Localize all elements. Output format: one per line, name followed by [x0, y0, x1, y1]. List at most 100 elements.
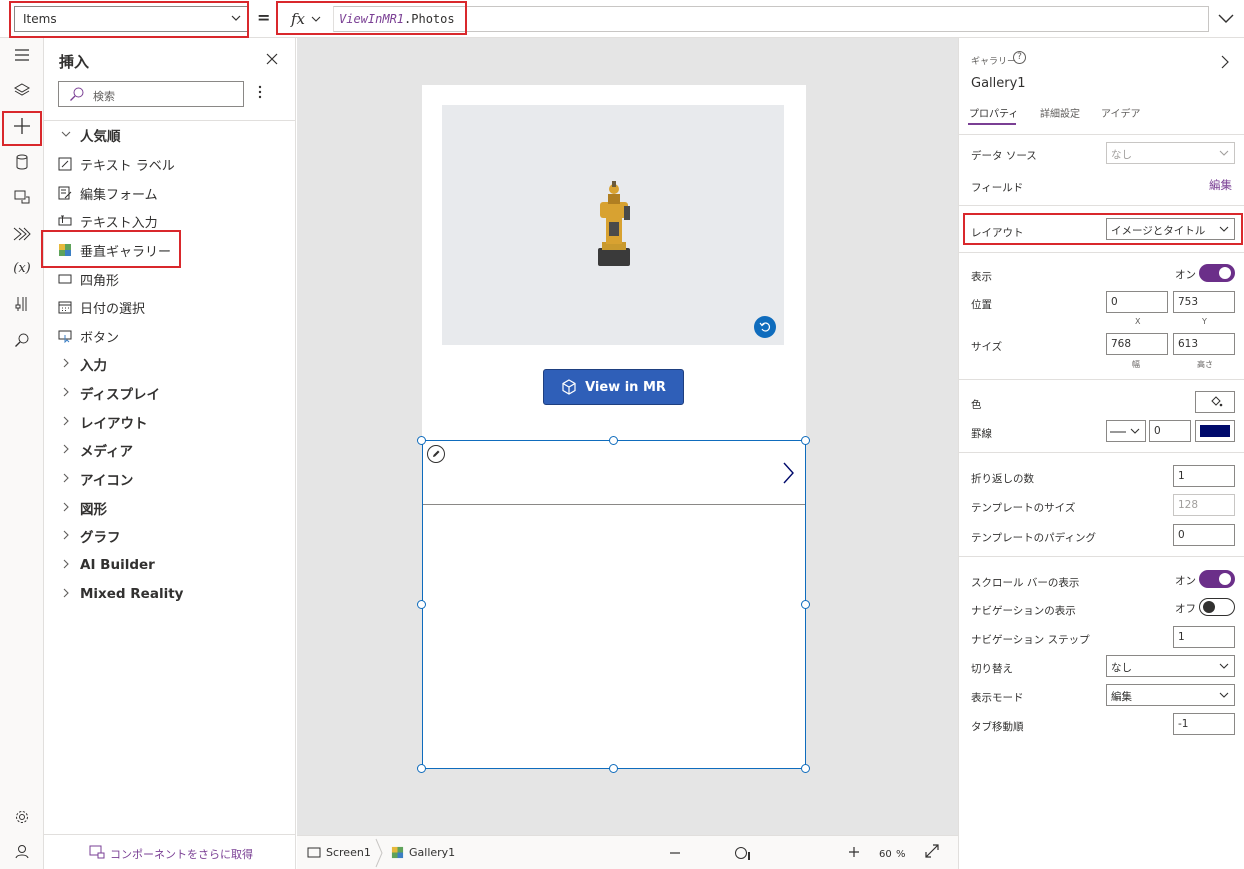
border-style-dropdown[interactable] — [1106, 420, 1146, 442]
reset-icon[interactable] — [754, 316, 776, 338]
category-shapes[interactable]: 図形 — [44, 494, 296, 522]
position-x-input[interactable]: 0 — [1106, 291, 1168, 313]
category-display[interactable]: ディスプレイ — [44, 379, 296, 407]
fit-to-window-icon[interactable] — [925, 844, 939, 858]
view-in-mr-button[interactable]: View in MR — [543, 369, 684, 405]
category-icons[interactable]: アイコン — [44, 465, 296, 493]
display-mode-value: 編集 — [1111, 691, 1132, 703]
zoom-unit: % — [896, 849, 906, 860]
insert-item-button[interactable]: ボタン — [44, 322, 296, 350]
category-media[interactable]: メディア — [44, 436, 296, 464]
visible-state: オン — [1175, 269, 1196, 281]
category-layout[interactable]: レイアウト — [44, 408, 296, 436]
category-input[interactable]: 入力 — [44, 350, 296, 378]
insert-search-input[interactable]: 検索 — [58, 81, 244, 107]
chevron-down-icon — [1219, 692, 1229, 698]
scrollbar-toggle[interactable] — [1199, 570, 1235, 588]
border-color-swatch — [1200, 425, 1230, 437]
item-label: 編集フォーム — [80, 187, 158, 203]
layout-dropdown[interactable]: イメージとタイトル — [1106, 218, 1235, 240]
media-icon[interactable] — [8, 183, 36, 211]
visible-toggle[interactable] — [1199, 264, 1235, 282]
border-color-picker[interactable] — [1195, 420, 1235, 442]
property-dropdown[interactable]: Items — [14, 6, 248, 32]
navigation-toggle[interactable] — [1199, 598, 1235, 616]
edit-fields-link[interactable]: 編集 — [1209, 177, 1232, 193]
design-canvas[interactable]: View in MR — [297, 38, 958, 835]
variables-icon[interactable]: (x) — [8, 254, 36, 282]
breadcrumb-gallery[interactable]: Gallery1 — [391, 846, 455, 859]
transition-dropdown[interactable]: なし — [1106, 655, 1235, 677]
position-y-input[interactable]: 753 — [1173, 291, 1235, 313]
formula-input[interactable]: ViewInMR1.Photos — [333, 6, 1209, 32]
tab-advanced[interactable]: 詳細設定 — [1040, 105, 1080, 120]
settings-icon[interactable] — [8, 803, 36, 831]
search-icon — [70, 87, 84, 101]
size-height-input[interactable]: 613 — [1173, 333, 1235, 355]
width-label: 幅 — [1132, 360, 1140, 369]
category-charts[interactable]: グラフ — [44, 522, 296, 550]
insert-item-vertical-gallery[interactable]: 垂直ギャラリー — [44, 236, 296, 264]
data-source-dropdown[interactable]: なし — [1106, 142, 1235, 164]
wrap-count-input[interactable]: 1 — [1173, 465, 1235, 487]
edit-template-icon[interactable] — [427, 445, 445, 463]
gallery-control[interactable] — [422, 440, 806, 769]
insert-icon[interactable] — [8, 112, 36, 140]
nav-step-input[interactable]: 1 — [1173, 626, 1235, 648]
category-popular[interactable]: 人気順 — [44, 121, 296, 149]
resize-handle[interactable] — [609, 764, 618, 773]
insert-item-date-picker[interactable]: 日付の選択 — [44, 293, 296, 321]
insert-item-text-label[interactable]: テキスト ラベル — [44, 150, 296, 178]
paint-bucket-icon — [1211, 396, 1223, 407]
layout-label: レイアウト — [971, 227, 1024, 239]
height-label: 高さ — [1197, 360, 1213, 369]
tab-properties[interactable]: プロパティ — [969, 105, 1018, 120]
category-ai-builder[interactable]: AI Builder — [44, 551, 296, 579]
menu-icon[interactable] — [8, 41, 36, 69]
resize-handle[interactable] — [417, 764, 426, 773]
template-padding-input[interactable]: 0 — [1173, 524, 1235, 546]
border-style-icon — [1110, 431, 1126, 433]
resize-handle[interactable] — [801, 764, 810, 773]
zoom-slider[interactable] — [735, 847, 747, 859]
tab-index-input[interactable]: -1 — [1173, 713, 1235, 735]
data-icon[interactable] — [8, 148, 36, 176]
resize-handle[interactable] — [609, 436, 618, 445]
chevron-right-icon[interactable] — [1220, 54, 1230, 70]
breadcrumb-screen[interactable]: Screen1 — [307, 846, 371, 859]
power-automate-icon[interactable] — [8, 220, 36, 248]
app-screen[interactable]: View in MR — [417, 85, 810, 773]
insert-item-text-input[interactable]: テキスト入力 — [44, 207, 296, 235]
size-width-input[interactable]: 768 — [1106, 333, 1168, 355]
display-mode-dropdown[interactable]: 編集 — [1106, 684, 1235, 706]
resize-handle[interactable] — [801, 600, 810, 609]
virtual-agent-icon[interactable] — [8, 837, 36, 865]
mr-image-viewer[interactable] — [442, 105, 784, 345]
resize-handle[interactable] — [801, 436, 810, 445]
zoom-out-icon[interactable] — [669, 843, 681, 863]
close-icon[interactable] — [266, 53, 278, 65]
help-icon[interactable]: ? — [1013, 51, 1026, 64]
category-mixed-reality[interactable]: Mixed Reality — [44, 580, 296, 608]
chevron-down-icon — [311, 16, 321, 22]
resize-handle[interactable] — [417, 436, 426, 445]
more-options-icon[interactable] — [258, 85, 262, 103]
fx-button[interactable]: fx — [282, 6, 332, 32]
template-size-input[interactable]: 128 — [1173, 494, 1235, 516]
search-icon[interactable] — [8, 326, 36, 354]
tab-ideas[interactable]: アイデア — [1101, 105, 1141, 120]
resize-handle[interactable] — [417, 600, 426, 609]
advanced-tools-icon[interactable] — [8, 290, 36, 318]
zoom-value: 60 — [879, 849, 892, 860]
fx-icon: fx — [291, 10, 306, 28]
border-width-input[interactable]: 0 — [1149, 420, 1191, 442]
tree-view-icon[interactable] — [8, 76, 36, 104]
insert-item-edit-form[interactable]: 編集フォーム — [44, 179, 296, 207]
zoom-in-icon[interactable] — [848, 846, 860, 858]
expand-formula-icon[interactable] — [1216, 8, 1236, 28]
chevron-right-icon[interactable] — [781, 461, 795, 485]
fill-color-picker[interactable] — [1195, 391, 1235, 413]
insert-item-rectangle[interactable]: 四角形 — [44, 265, 296, 293]
get-more-components[interactable]: コンポーネントをさらに取得 — [44, 834, 296, 869]
properties-pane: ギャラリー ? Gallery1 プロパティ 詳細設定 アイデア データ ソース… — [958, 38, 1244, 869]
